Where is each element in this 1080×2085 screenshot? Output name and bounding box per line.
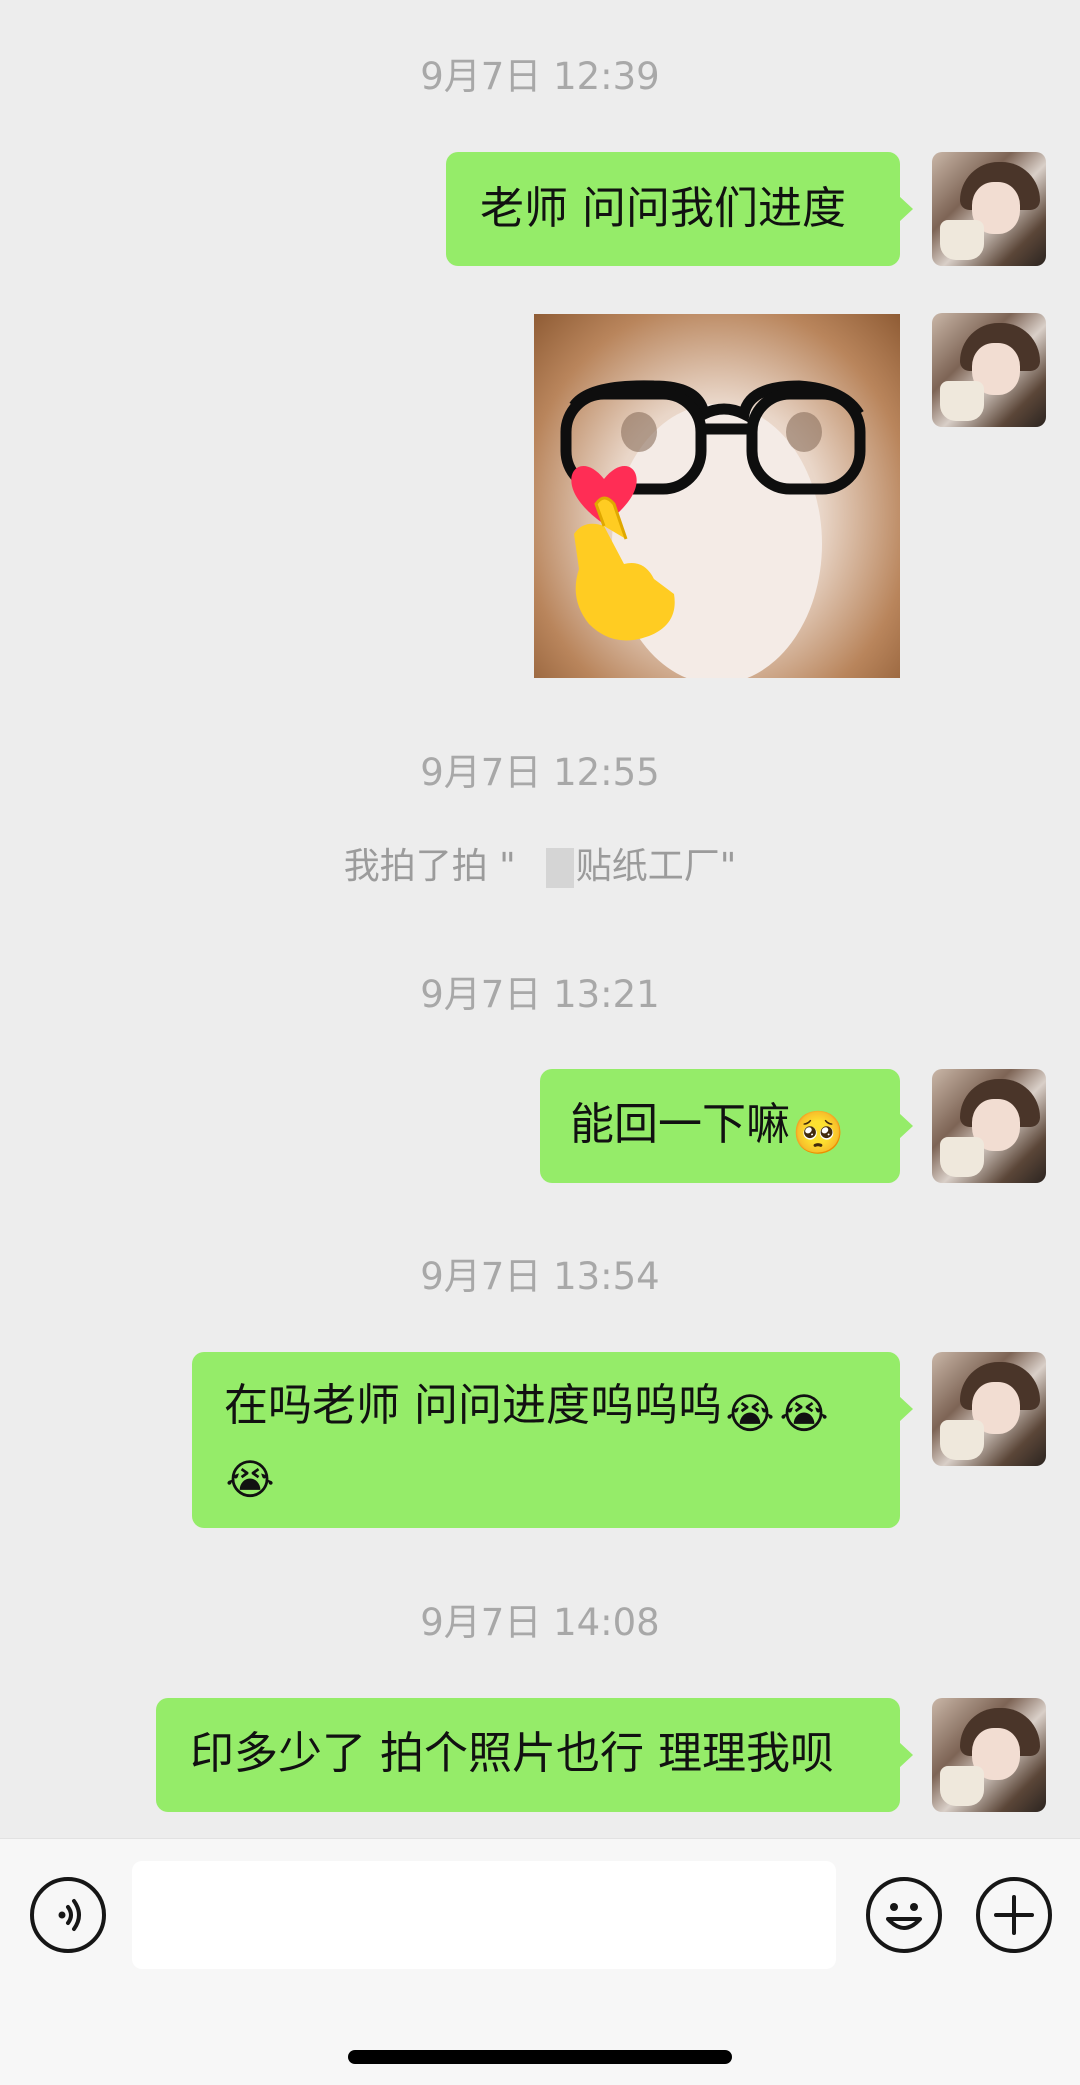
redacted-name bbox=[545, 848, 574, 888]
message-input[interactable] bbox=[132, 1861, 836, 1969]
glasses-cat-sticker-icon bbox=[560, 380, 866, 678]
message-text: 能回一下嘛 bbox=[570, 1099, 790, 1150]
input-toolbar bbox=[0, 1838, 1080, 2085]
message-bubble[interactable]: 印多少了 拍个照片也行 理理我呗 bbox=[156, 1698, 913, 1812]
message-text: 老师 问问我们进度 bbox=[480, 183, 846, 234]
timestamp: 9月7日 13:21 bbox=[420, 973, 660, 1016]
pat-system-message: 我拍了拍 " 贴纸工厂" bbox=[0, 845, 1080, 889]
message-bubble[interactable]: 在吗老师 问问进度呜呜呜😭 😭 😭 bbox=[192, 1352, 913, 1528]
timestamp: 9月7日 14:08 bbox=[420, 1601, 660, 1644]
crying-face-icon: 😭 bbox=[779, 1389, 829, 1438]
voice-button[interactable] bbox=[30, 1877, 106, 1953]
crying-face-icon: 😭 bbox=[725, 1389, 775, 1438]
message-bubble[interactable]: 能回一下嘛🥺 bbox=[540, 1069, 913, 1183]
emoji-button[interactable] bbox=[866, 1877, 942, 1953]
emoji-icon bbox=[886, 1903, 922, 1930]
avatar[interactable] bbox=[932, 313, 1046, 427]
avatar[interactable] bbox=[932, 1069, 1046, 1183]
message-text: 在吗老师 问问进度呜呜呜 bbox=[224, 1380, 722, 1431]
avatar[interactable] bbox=[932, 152, 1046, 266]
avatar[interactable] bbox=[932, 1698, 1046, 1812]
avatar[interactable] bbox=[932, 1352, 1046, 1466]
plus-button[interactable] bbox=[976, 1877, 1052, 1953]
system-message-text: 贴纸工厂" bbox=[575, 846, 737, 887]
sticker-image[interactable] bbox=[534, 314, 900, 678]
plus-icon bbox=[994, 1895, 1034, 1935]
home-indicator bbox=[348, 2050, 732, 2064]
chat-screen: 9月7日 12:39 老师 问问我们进度 9月7日 12:55 我拍了拍 " 贴… bbox=[0, 0, 1080, 2085]
crying-face-icon: 😭 bbox=[225, 1455, 275, 1504]
message-bubble[interactable]: 老师 问问我们进度 bbox=[446, 152, 913, 266]
voice-icon bbox=[58, 1899, 81, 1931]
timestamp: 9月7日 13:54 bbox=[420, 1255, 660, 1298]
timestamp: 9月7日 12:39 bbox=[420, 55, 660, 98]
timestamp: 9月7日 12:55 bbox=[420, 751, 660, 794]
message-text: 印多少了 拍个照片也行 理理我呗 bbox=[190, 1728, 834, 1779]
pleading-face-icon: 🥺 bbox=[792, 1108, 845, 1157]
system-message-text: 我拍了拍 " bbox=[343, 846, 516, 887]
